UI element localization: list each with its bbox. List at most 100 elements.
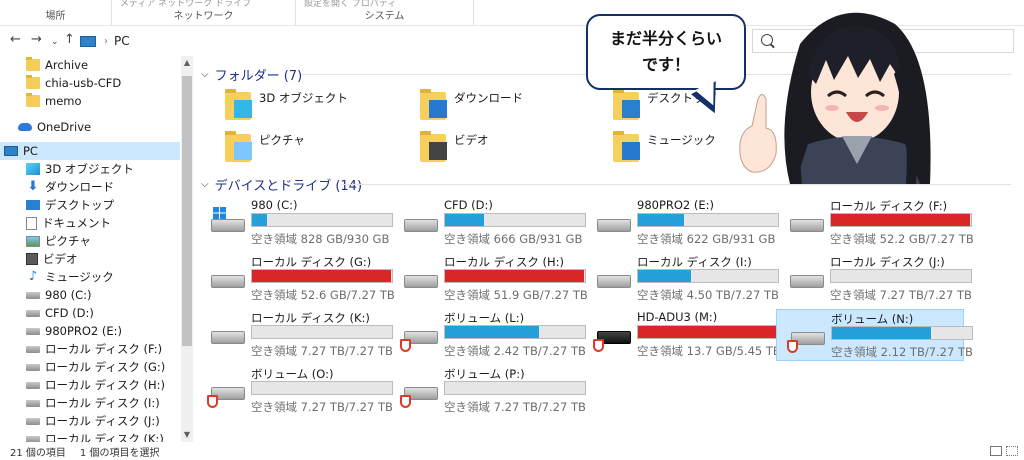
drive-item[interactable]: ボリューム (L:) 空き領域 2.42 TB/7.27 TB xyxy=(390,309,586,361)
drive-name: ボリューム (N:) xyxy=(831,312,914,326)
drive-item[interactable]: HD-ADU3 (M:) 空き領域 13.7 GB/5.45 TB xyxy=(583,309,781,361)
folder-icon xyxy=(26,75,40,89)
ribbon-group-label: システム xyxy=(364,11,405,22)
status-bar: 21 個の項目 1 個の項目を選択 xyxy=(0,442,1024,460)
navigation-pane: Archive chia-usb-CFD memo OneDrive PC 3D オブジェ… xyxy=(0,56,195,442)
drive-icon xyxy=(26,309,40,317)
chevron-down-icon[interactable]: ⌵ xyxy=(201,69,209,80)
picture-icon xyxy=(234,142,252,160)
drive-item[interactable]: ボリューム (N:) 空き領域 2.12 TB/7.27 TB xyxy=(776,309,973,361)
sidebar-item[interactable]: ローカル ディスク (F:) xyxy=(0,340,180,358)
chevron-down-icon[interactable]: ⌵ xyxy=(201,179,209,190)
sidebar-item[interactable]: ピクチャ xyxy=(0,232,180,250)
desktop-icon xyxy=(622,100,640,118)
drive-icon xyxy=(597,275,631,288)
sidebar-scrollbar[interactable]: ▲ ▼ xyxy=(181,56,193,442)
folder-item[interactable]: ダウンロード xyxy=(400,86,580,130)
folder-name: ミュージック xyxy=(647,133,716,147)
windows-logo-icon xyxy=(213,207,226,219)
drive-item[interactable]: ローカル ディスク (F:) 空き領域 52.2 GB/7.27 TB xyxy=(776,197,974,249)
sidebar-item-label: Archive xyxy=(45,58,89,72)
sidebar-item[interactable]: CFD (D:) xyxy=(0,304,180,322)
sidebar-item[interactable]: デスクトップ xyxy=(0,196,180,214)
scrollbar-thumb[interactable] xyxy=(182,76,192,346)
cube-icon xyxy=(26,163,40,175)
chevron-right-icon[interactable]: › xyxy=(104,36,108,47)
sidebar-item[interactable]: ローカル ディスク (I:) xyxy=(0,394,180,412)
up-arrow-icon[interactable]: ↑ xyxy=(64,32,75,48)
sidebar-item[interactable]: chia-usb-CFD xyxy=(0,74,180,92)
folder-item[interactable]: ピクチャ xyxy=(205,128,385,172)
sidebar-item[interactable]: ♪ ミュージック xyxy=(0,268,180,286)
video-icon xyxy=(429,142,447,160)
drive-item[interactable]: 980 (C:) 空き領域 828 GB/930 GB xyxy=(197,197,393,249)
forward-arrow-icon[interactable]: → xyxy=(31,32,42,48)
drive-icon xyxy=(404,219,438,232)
drive-item[interactable]: ボリューム (O:) 空き領域 7.27 TB/7.27 TB xyxy=(197,365,393,417)
drive-icon xyxy=(26,363,40,371)
speech-line-2: です！ xyxy=(641,55,690,74)
drive-item[interactable]: CFD (D:) 空き領域 666 GB/931 GB xyxy=(390,197,586,249)
details-view-icon[interactable] xyxy=(990,446,1002,456)
recent-dropdown-icon[interactable]: ⌄ xyxy=(51,34,59,50)
back-arrow-icon[interactable]: ← xyxy=(10,32,21,48)
drive-usage-fill xyxy=(832,327,932,339)
sidebar-item[interactable]: ローカル ディスク (G:) xyxy=(0,358,180,376)
drive-icon xyxy=(26,417,40,425)
ribbon-group-system: 設定を開く プロパティ システム xyxy=(296,0,474,26)
folder-item[interactable]: ビデオ xyxy=(400,128,580,172)
drive-item[interactable]: ローカル ディスク (I:) 空き領域 4.50 TB/7.27 TB xyxy=(583,253,779,305)
sidebar-item[interactable]: OneDrive xyxy=(0,118,180,136)
drive-usage-fill xyxy=(445,270,584,282)
sidebar-item[interactable]: ⬇ ダウンロード xyxy=(0,178,180,196)
sidebar-item[interactable]: ビデオ xyxy=(0,250,180,268)
music-icon: ♪ xyxy=(28,269,38,284)
sidebar-item[interactable]: 3D オブジェクト xyxy=(0,160,180,178)
sidebar-item[interactable]: Archive xyxy=(0,56,180,74)
folders-group-header[interactable]: ⌵ フォルダー (7) xyxy=(201,64,1011,84)
drives-group-title: デバイスとドライブ (14) xyxy=(214,178,363,194)
drive-name: ローカル ディスク (I:) xyxy=(637,255,752,269)
large-icons-view-icon[interactable] xyxy=(1006,446,1018,456)
drive-item[interactable]: ローカル ディスク (J:) 空き領域 7.27 TB/7.27 TB xyxy=(776,253,972,305)
scroll-up-icon[interactable]: ▲ xyxy=(181,58,193,67)
folder-item[interactable]: 3D オブジェクト xyxy=(205,86,385,130)
drive-item[interactable]: ローカル ディスク (G:) 空き領域 52.6 GB/7.27 TB xyxy=(197,253,395,305)
drive-name: ボリューム (L:) xyxy=(444,311,525,325)
selection-count: 1 個の項目を選択 xyxy=(79,447,160,459)
sidebar-item[interactable]: ローカル ディスク (K:) xyxy=(0,430,180,442)
address-path: PC xyxy=(114,34,130,48)
sidebar-item[interactable]: memo xyxy=(0,92,180,110)
folder-name: 3D オブジェクト xyxy=(259,91,348,105)
sidebar-item-label: PC xyxy=(23,144,38,158)
drive-item[interactable]: ボリューム (P:) 空き領域 7.27 TB/7.27 TB xyxy=(390,365,586,417)
sidebar-item[interactable]: 980PRO2 (E:) xyxy=(0,322,180,340)
sidebar-item-label: ミュージック xyxy=(45,270,114,284)
drive-item[interactable]: ローカル ディスク (K:) 空き領域 7.27 TB/7.27 TB xyxy=(197,309,393,361)
sidebar-item-label: 980PRO2 (E:) xyxy=(45,324,123,338)
video-icon xyxy=(26,253,38,265)
drive-free-space: 空き領域 7.27 TB/7.27 TB xyxy=(830,288,972,302)
sidebar-item[interactable]: ドキュメント xyxy=(0,214,180,232)
folder-name: ダウンロード xyxy=(454,91,523,105)
sidebar-item[interactable]: 980 (C:) xyxy=(0,286,180,304)
folder-icon xyxy=(26,57,40,71)
drive-usage-bar xyxy=(444,269,586,283)
drive-icon xyxy=(26,327,40,335)
sidebar-item[interactable]: ローカル ディスク (H:) xyxy=(0,376,180,394)
sidebar-item[interactable]: ローカル ディスク (J:) xyxy=(0,412,180,430)
drive-icon xyxy=(597,219,631,232)
sidebar-item[interactable]: PC xyxy=(0,142,180,160)
drive-item[interactable]: ローカル ディスク (H:) 空き領域 51.9 GB/7.27 TB xyxy=(390,253,588,305)
drive-name: ローカル ディスク (H:) xyxy=(444,255,565,269)
drive-icon xyxy=(211,331,245,344)
sidebar-item-label: ローカル ディスク (I:) xyxy=(45,396,160,410)
sidebar-item-label: ローカル ディスク (H:) xyxy=(45,378,166,392)
folder-name: ピクチャ xyxy=(259,133,305,147)
drive-item[interactable]: 980PRO2 (E:) 空き領域 622 GB/931 GB xyxy=(583,197,779,249)
sidebar-item-label: memo xyxy=(45,94,82,108)
drives-group-header[interactable]: ⌵ デバイスとドライブ (14) xyxy=(201,174,1011,194)
sidebar-item-label: 980 (C:) xyxy=(45,288,92,302)
scroll-down-icon[interactable]: ▼ xyxy=(181,430,193,439)
sidebar-item-label: ビデオ xyxy=(43,252,78,266)
